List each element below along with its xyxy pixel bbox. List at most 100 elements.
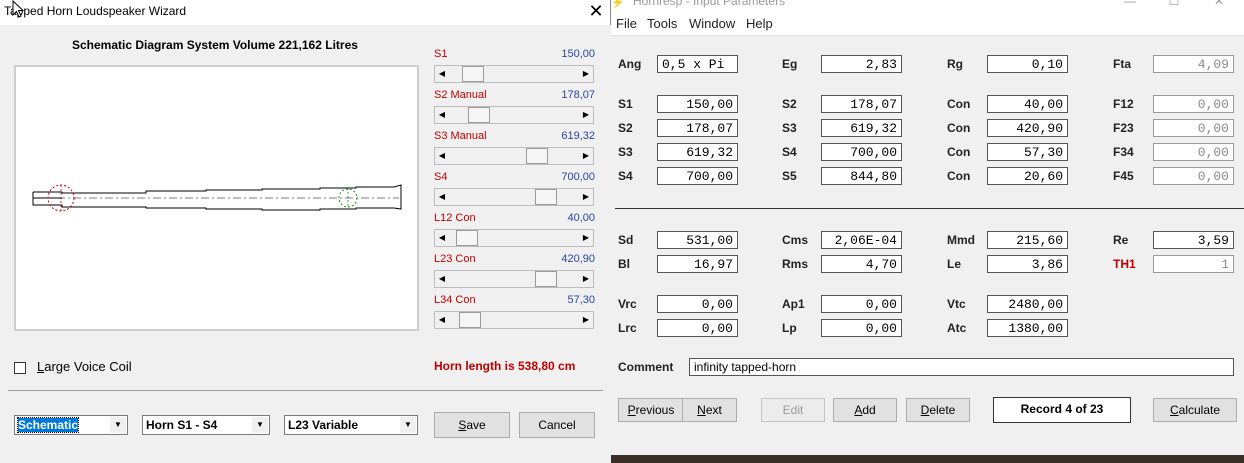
param-field-s3[interactable]: 619,32 — [657, 143, 738, 161]
hornresp-titlebar: ⚡ Hornresp - Input Parameters — ☐ ✕ — [607, 0, 1244, 12]
menu-window[interactable]: Window — [689, 16, 735, 31]
param-field-atc[interactable]: 1380,00 — [987, 319, 1068, 337]
save-button[interactable]: Save — [434, 412, 510, 438]
large-voice-coil-checkbox[interactable] — [14, 362, 26, 374]
slider-thumb[interactable] — [456, 230, 478, 246]
close-icon[interactable]: ✕ — [1204, 0, 1234, 8]
menu-file[interactable]: File — [616, 16, 637, 31]
param-field-vrc[interactable]: 0,00 — [657, 295, 738, 313]
param-field-rg[interactable]: 0,10 — [987, 55, 1068, 73]
param-field-fta[interactable]: 4,09 — [1153, 55, 1234, 73]
param-field-lrc[interactable]: 0,00 — [657, 319, 738, 337]
horn-section-select[interactable]: Horn S1 - S4 ▼ — [142, 415, 270, 435]
slider-track[interactable]: ◀ ▶ — [434, 270, 594, 288]
param-field-re[interactable]: 3,59 — [1153, 231, 1234, 249]
slider-track[interactable]: ◀ ▶ — [434, 147, 594, 165]
chevron-left-icon[interactable]: ◀ — [435, 107, 449, 123]
chevron-right-icon[interactable]: ▶ — [579, 66, 593, 82]
param-field-cms[interactable]: 2,06E-04 — [821, 231, 902, 249]
chevron-down-icon: ▼ — [110, 417, 126, 433]
param-field-eg[interactable]: 2,83 — [821, 55, 902, 73]
param-field-sd[interactable]: 531,00 — [657, 231, 738, 249]
param-field-s5[interactable]: 844,80 — [821, 167, 902, 185]
param-field-th1[interactable]: 1 — [1153, 255, 1234, 273]
param-field-rms[interactable]: 4,70 — [821, 255, 902, 273]
view-select[interactable]: Schematic ▼ — [14, 415, 128, 435]
comment-label: Comment — [618, 360, 674, 374]
maximize-icon[interactable]: ☐ — [1159, 0, 1189, 8]
chevron-down-icon: ▼ — [400, 417, 416, 433]
slider-thumb[interactable] — [468, 107, 490, 123]
param-field-ang[interactable]: 0,5 x Pi — [657, 55, 738, 73]
param-field-mmd[interactable]: 215,60 — [987, 231, 1068, 249]
minimize-icon[interactable]: — — [1115, 0, 1145, 8]
param-field-bl[interactable]: 16,97 — [657, 255, 738, 273]
menu-tools[interactable]: Tools — [647, 16, 677, 31]
cancel-button[interactable]: Cancel — [519, 412, 595, 438]
slider-track[interactable]: ◀ ▶ — [434, 65, 594, 83]
chevron-left-icon[interactable]: ◀ — [435, 148, 449, 164]
param-field-f45[interactable]: 0,00 — [1153, 167, 1234, 185]
param-field-con[interactable]: 57,30 — [987, 143, 1068, 161]
chevron-left-icon[interactable]: ◀ — [435, 66, 449, 82]
comment-field[interactable]: infinity tapped-horn — [689, 358, 1234, 376]
chevron-right-icon[interactable]: ▶ — [579, 271, 593, 287]
slider-thumb[interactable] — [459, 312, 481, 328]
slider-track[interactable]: ◀ ▶ — [434, 311, 594, 329]
slider-thumb[interactable] — [526, 148, 548, 164]
delete-button[interactable]: Delete — [906, 398, 970, 422]
param-field-f23[interactable]: 0,00 — [1153, 119, 1234, 137]
param-field-s1[interactable]: 150,00 — [657, 95, 738, 113]
param-field-con[interactable]: 40,00 — [987, 95, 1068, 113]
chevron-left-icon[interactable]: ◀ — [435, 271, 449, 287]
slider-track[interactable]: ◀ ▶ — [434, 188, 594, 206]
param-field-con[interactable]: 420,90 — [987, 119, 1068, 137]
param-field-ap1[interactable]: 0,00 — [821, 295, 902, 313]
param-field-vtc[interactable]: 2480,00 — [987, 295, 1068, 313]
slider-thumb[interactable] — [535, 189, 557, 205]
param-field-le[interactable]: 3,86 — [987, 255, 1068, 273]
chevron-down-icon: ▼ — [252, 417, 268, 433]
chevron-left-icon[interactable]: ◀ — [435, 312, 449, 328]
param-field-s2[interactable]: 178,07 — [821, 95, 902, 113]
slider-label: S4 — [434, 171, 448, 183]
chevron-right-icon[interactable]: ▶ — [579, 189, 593, 205]
param-field-s3[interactable]: 619,32 — [821, 119, 902, 137]
slider-label: L34 Con — [434, 294, 476, 306]
param-label-f45: F45 — [1113, 169, 1134, 183]
param-field-con[interactable]: 20,60 — [987, 167, 1068, 185]
param-label-vrc: Vrc — [618, 297, 637, 311]
next-button[interactable]: Next — [682, 398, 737, 422]
param-label-eg: Eg — [782, 57, 798, 71]
slider-label: L23 Con — [434, 253, 476, 265]
calculate-button[interactable]: Calculate — [1153, 398, 1237, 422]
edit-button[interactable]: Edit — [761, 398, 825, 422]
param-field-f34[interactable]: 0,00 — [1153, 143, 1234, 161]
section-divider — [615, 208, 1244, 209]
chevron-right-icon[interactable]: ▶ — [579, 230, 593, 246]
param-field-s4[interactable]: 700,00 — [657, 167, 738, 185]
close-icon[interactable]: ✕ — [586, 2, 606, 22]
variable-select[interactable]: L23 Variable ▼ — [284, 415, 418, 435]
menu-help[interactable]: Help — [746, 16, 773, 31]
param-field-lp[interactable]: 0,00 — [821, 319, 902, 337]
chevron-right-icon[interactable]: ▶ — [579, 148, 593, 164]
slider-track[interactable]: ◀ ▶ — [434, 106, 594, 124]
param-field-f12[interactable]: 0,00 — [1153, 95, 1234, 113]
chevron-left-icon[interactable]: ◀ — [435, 230, 449, 246]
wizard-title: Tapped Horn Loudspeaker Wizard — [4, 4, 187, 18]
slider-thumb[interactable] — [535, 271, 557, 287]
param-field-s2[interactable]: 178,07 — [657, 119, 738, 137]
horn-section-select-value: Horn S1 - S4 — [146, 418, 218, 432]
slider-thumb[interactable] — [462, 66, 484, 82]
add-button[interactable]: Add — [833, 398, 897, 422]
param-label-s4: S4 — [618, 169, 633, 183]
slider-track[interactable]: ◀ ▶ — [434, 229, 594, 247]
chevron-right-icon[interactable]: ▶ — [579, 312, 593, 328]
tapped-horn-wizard-window: Tapped Horn Loudspeaker Wizard ✕ Schemat… — [0, 0, 611, 463]
param-field-s4[interactable]: 700,00 — [821, 143, 902, 161]
chevron-right-icon[interactable]: ▶ — [579, 107, 593, 123]
param-label-f12: F12 — [1113, 97, 1134, 111]
chevron-left-icon[interactable]: ◀ — [435, 189, 449, 205]
previous-button[interactable]: Previous — [618, 398, 684, 422]
